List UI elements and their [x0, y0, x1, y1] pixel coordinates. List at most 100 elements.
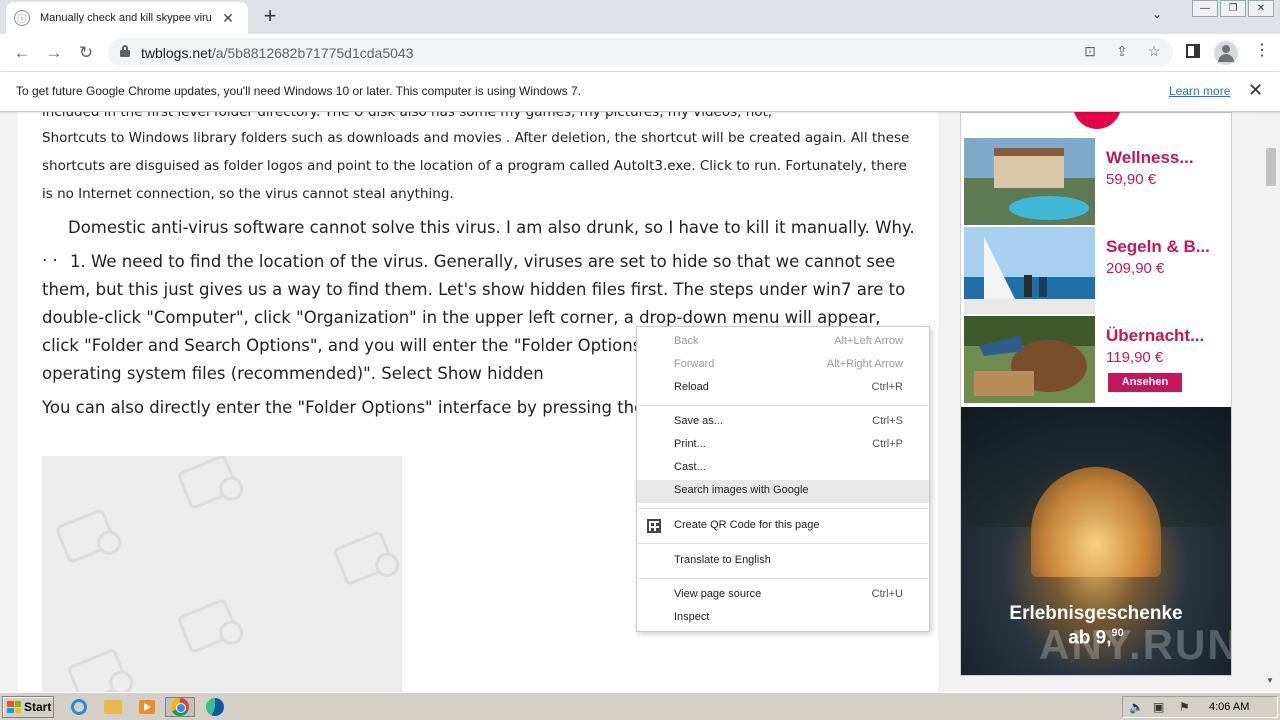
media-player-icon[interactable] [136, 697, 158, 717]
restore-button[interactable]: ❐ [1220, 0, 1246, 17]
scroll-down-arrow-icon[interactable]: ▼ [1266, 676, 1274, 685]
reload-icon[interactable]: ↻ [75, 42, 97, 64]
internet-explorer-icon[interactable] [68, 697, 90, 717]
menu-separator [638, 405, 928, 406]
ad-item[interactable]: Übernacht... 119,90 € Ansehen [964, 316, 1230, 403]
menu-item-shortcut: Alt+Left Arrow [834, 335, 903, 347]
side-panel-icon[interactable] [1186, 44, 1200, 58]
menu-separator [638, 543, 928, 544]
url-text[interactable]: twblogs.net/a/5b8812682b71775d1cda5043 [141, 45, 413, 61]
forward-arrow-icon[interactable]: → [43, 42, 65, 64]
menu-item-reload[interactable]: Reload Ctrl+R [637, 377, 929, 400]
menu-item-label: Back [674, 335, 699, 347]
menu-item-shortcut: Ctrl+P [872, 438, 903, 450]
menu-item-shortcut: Alt+Right Arrow [826, 358, 903, 370]
context-menu: Back Alt+Left Arrow Forward Alt+Right Arro… [636, 326, 930, 632]
menu-item-label: Forward [674, 358, 715, 370]
ad-banner-dome[interactable]: Erlebnisgeschenke ab 9,90 ANY.RUN [961, 407, 1231, 675]
bookmark-star-icon[interactable]: ☆ [1145, 43, 1163, 60]
menu-item-back[interactable]: Back Alt+Left Arrow [637, 331, 929, 354]
menu-item-label: Inspect [674, 611, 710, 623]
image-placeholder-icon [176, 456, 240, 511]
back-arrow-icon[interactable]: ← [11, 42, 33, 64]
clock[interactable]: 4:06 AM [1209, 701, 1249, 713]
address-bar[interactable]: twblogs.net/a/5b8812682b71775d1cda5043 ⊡… [108, 38, 1173, 67]
menu-separator [638, 508, 928, 509]
menu-item-shortcut: Ctrl+S [872, 415, 903, 427]
menu-item-label: Save as... [674, 415, 723, 427]
ad-sidebar[interactable]: Wellness... 59,90 € Segeln & B... 209,90… [960, 112, 1232, 676]
menu-item-shortcut: Ctrl+R [871, 381, 903, 393]
share-icon[interactable]: ⇪ [1113, 43, 1131, 60]
update-infobar: To get future Google Chrome updates, you… [0, 72, 1280, 112]
image-placeholder-icon [66, 647, 130, 692]
action-center-flag-icon[interactable]: ⚑ [1179, 700, 1190, 714]
menu-separator [638, 578, 928, 579]
vertical-scrollbar[interactable]: ▼ [1262, 112, 1280, 692]
ad-title[interactable]: Wellness... [1106, 148, 1194, 168]
article-paragraph: Shortcuts to Windows library folders suc… [42, 130, 910, 202]
image-placeholder [42, 456, 402, 692]
window-controls: — ❐ ✕ [1190, 0, 1274, 17]
lock-icon[interactable] [120, 45, 130, 57]
menu-item-create-qr-code[interactable]: Create QR Code for this page [637, 515, 929, 538]
tab-close-icon[interactable]: ✕ [220, 10, 236, 27]
start-button[interactable]: Start [2, 696, 54, 718]
menu-item-search-images[interactable]: Search images with Google [637, 480, 929, 503]
menu-item-print[interactable]: Print... Ctrl+P [637, 434, 929, 457]
tab-search-chevron-icon[interactable]: ⌄ [1152, 7, 1162, 21]
windows-logo-icon [7, 701, 21, 713]
browser-toolbar: ← → ↻ twblogs.net/a/5b8812682b71775d1cda… [0, 34, 1280, 72]
image-placeholder-icon [332, 529, 396, 587]
menu-item-label: Search images with Google [674, 484, 809, 496]
menu-item-label: Translate to English [674, 554, 771, 566]
ad-item[interactable]: Segeln & B... 209,90 € [964, 227, 1230, 314]
tab-strip: ⓘ Manually check and kill skypee virus ✕… [0, 0, 1280, 34]
chrome-menu-icon[interactable]: ⋮ [1254, 40, 1270, 60]
ansehen-button[interactable]: Ansehen [1108, 373, 1182, 392]
profile-avatar-icon[interactable] [1214, 41, 1238, 65]
network-icon[interactable]: ▣ [1153, 700, 1164, 714]
menu-item-cast[interactable]: Cast... [637, 457, 929, 480]
minimize-button[interactable]: — [1192, 0, 1218, 17]
url-host: twblogs.net [141, 45, 212, 61]
window-close-button[interactable]: ✕ [1248, 0, 1274, 17]
site-favicon-icon: ⓘ [14, 10, 30, 26]
ad-item[interactable]: Wellness... 59,90 € [964, 138, 1230, 225]
ad-price: 209,90 € [1106, 260, 1165, 277]
menu-item-label: Cast... [674, 461, 706, 473]
menu-item-view-source[interactable]: View page source Ctrl+U [637, 584, 929, 607]
learn-more-link[interactable]: Learn more [1169, 84, 1230, 98]
url-path: /a/5b8812682b71775d1cda5043 [211, 45, 414, 61]
file-explorer-icon[interactable] [102, 697, 124, 717]
windows-taskbar: Start 🔈 ▣ ⚑ 4:06 AM [0, 692, 1280, 720]
image-placeholder-icon [54, 507, 118, 565]
qr-code-icon [647, 519, 661, 533]
image-placeholder-icon [176, 597, 240, 655]
translate-icon[interactable]: ⊡ [1081, 43, 1099, 60]
ad-title[interactable]: Segeln & B... [1106, 237, 1210, 257]
start-label: Start [24, 700, 52, 714]
menu-item-translate[interactable]: Translate to English [637, 550, 929, 573]
infobar-message: To get future Google Chrome updates, you… [16, 84, 582, 98]
edge-icon[interactable] [204, 697, 226, 717]
scrollbar-thumb[interactable] [1266, 148, 1276, 186]
menu-item-inspect[interactable]: Inspect [637, 607, 929, 630]
ad-price: 119,90 € [1106, 349, 1164, 366]
volume-icon[interactable]: 🔈 [1129, 700, 1144, 714]
infobar-close-icon[interactable]: ✕ [1248, 80, 1263, 101]
tab-active[interactable]: ⓘ Manually check and kill skypee virus ✕ [6, 2, 248, 34]
menu-item-forward[interactable]: Forward Alt+Right Arrow [637, 354, 929, 377]
ad-thumb-barrel-sauna [964, 316, 1095, 403]
menu-item-save-as[interactable]: Save as... Ctrl+S [637, 411, 929, 434]
ad-title[interactable]: Übernacht... [1106, 326, 1204, 346]
ad-thumb-sailing [964, 227, 1095, 314]
menu-item-label: Reload [674, 381, 709, 393]
menu-item-shortcut: Ctrl+U [871, 588, 903, 600]
ad-thumb-wellness [964, 138, 1095, 225]
chrome-taskbar-icon[interactable] [165, 697, 195, 717]
system-tray: 🔈 ▣ ⚑ 4:06 AM [1122, 696, 1278, 718]
new-tab-button[interactable]: + [258, 3, 282, 29]
ad-price: 59,90 € [1106, 171, 1157, 188]
tab-title: Manually check and kill skypee virus [40, 12, 212, 24]
